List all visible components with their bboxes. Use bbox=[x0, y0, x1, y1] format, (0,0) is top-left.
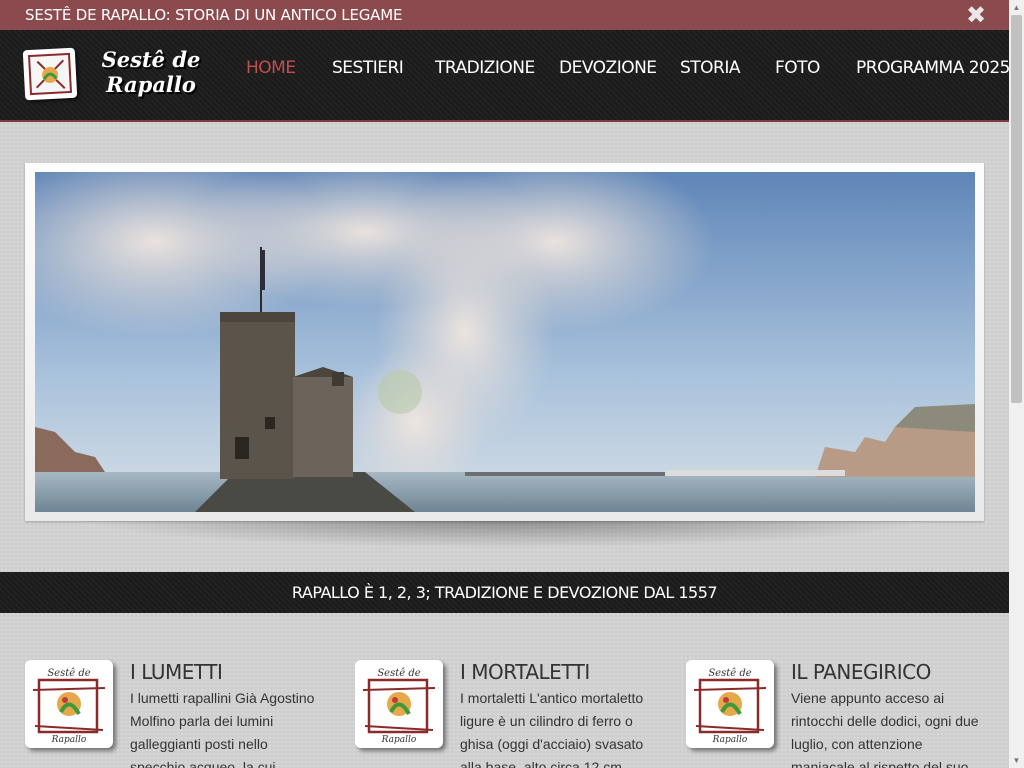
nav-item-programma-2025[interactable]: PROGRAMMA 2025 bbox=[856, 30, 1009, 106]
thumb-label-top: Sestê de bbox=[377, 668, 420, 679]
site-tagline: SESTÊ DE RAPALLO: STORIA DI UN ANTICO LE… bbox=[25, 6, 403, 24]
scroll-down-arrow-icon[interactable]: ▼ bbox=[1009, 753, 1024, 768]
feature-text: I lumetti rapallini Già Agostino Molfino… bbox=[130, 690, 315, 768]
logo-line-2: Rapallo bbox=[106, 72, 196, 97]
feature-title[interactable]: I LUMETTI bbox=[130, 658, 223, 686]
page: SESTÊ DE RAPALLO: STORIA DI UN ANTICO LE… bbox=[0, 0, 1009, 768]
thumb-label-bottom: Rapallo bbox=[381, 735, 417, 745]
tagline-band: RAPALLO È 1, 2, 3; TRADIZIONE E DEVOZION… bbox=[0, 572, 1009, 613]
feature-card-mortaletti: Sestê de Rapallo I MORTALETTI I mortalet… bbox=[355, 658, 655, 768]
hero-image[interactable] bbox=[35, 172, 975, 512]
nav-item-sestieri[interactable]: SESTIERI bbox=[332, 30, 404, 106]
main-navbar: Sestê de Rapallo HOME SESTIERI TRADIZION… bbox=[0, 30, 1009, 122]
nav-item-tradizione[interactable]: TRADIZIONE bbox=[435, 30, 535, 106]
feature-thumbnail[interactable]: Sestê de Rapallo bbox=[355, 660, 443, 748]
nav-item-foto[interactable]: FOTO bbox=[775, 30, 820, 106]
scroll-up-arrow-icon[interactable]: ▲ bbox=[1009, 0, 1024, 15]
nav-item-storia[interactable]: STORIA bbox=[680, 30, 741, 106]
close-icon[interactable]: ✖ bbox=[964, 3, 988, 27]
logo-line-1: Sestê de bbox=[101, 47, 201, 72]
thumb-label-bottom: Rapallo bbox=[712, 735, 748, 745]
logo-wordmark: Sestê de Rapallo bbox=[86, 47, 216, 103]
scrollbar-thumb[interactable] bbox=[1011, 15, 1022, 403]
hero-slider bbox=[25, 163, 984, 521]
nav-item-devozione[interactable]: DEVOZIONE bbox=[559, 30, 657, 106]
nav-item-home[interactable]: HOME bbox=[246, 30, 296, 106]
feature-thumbnail[interactable]: Sestê de Rapallo bbox=[686, 660, 774, 748]
feature-thumbnail[interactable]: Sestê de Rapallo bbox=[25, 660, 113, 748]
feature-title[interactable]: IL PANEGIRICO bbox=[791, 658, 931, 686]
thumb-label-bottom: Rapallo bbox=[51, 735, 87, 745]
top-announcement-bar: SESTÊ DE RAPALLO: STORIA DI UN ANTICO LE… bbox=[0, 0, 1009, 30]
feature-text: Viene appunto acceso ai rintocchi delle … bbox=[791, 690, 979, 768]
logo-stamp-icon bbox=[22, 47, 78, 101]
thumb-label-top: Sestê de bbox=[47, 668, 90, 679]
hero-shadow bbox=[70, 518, 940, 548]
feature-card-lumetti: Sestê de Rapallo I LUMETTI I lumetti rap… bbox=[25, 658, 325, 768]
feature-text: I mortaletti L'antico mortaletto ligure … bbox=[460, 690, 644, 768]
thumb-label-top: Sestê de bbox=[708, 668, 751, 679]
tagline-text: RAPALLO È 1, 2, 3; TRADIZIONE E DEVOZION… bbox=[291, 583, 718, 602]
feature-title[interactable]: I MORTALETTI bbox=[460, 658, 590, 686]
feature-card-panegirico: Sestê de Rapallo IL PANEGIRICO Viene app… bbox=[686, 658, 986, 768]
vertical-scrollbar[interactable]: ▲ ▼ bbox=[1009, 0, 1024, 768]
site-logo[interactable]: Sestê de Rapallo bbox=[22, 47, 216, 103]
